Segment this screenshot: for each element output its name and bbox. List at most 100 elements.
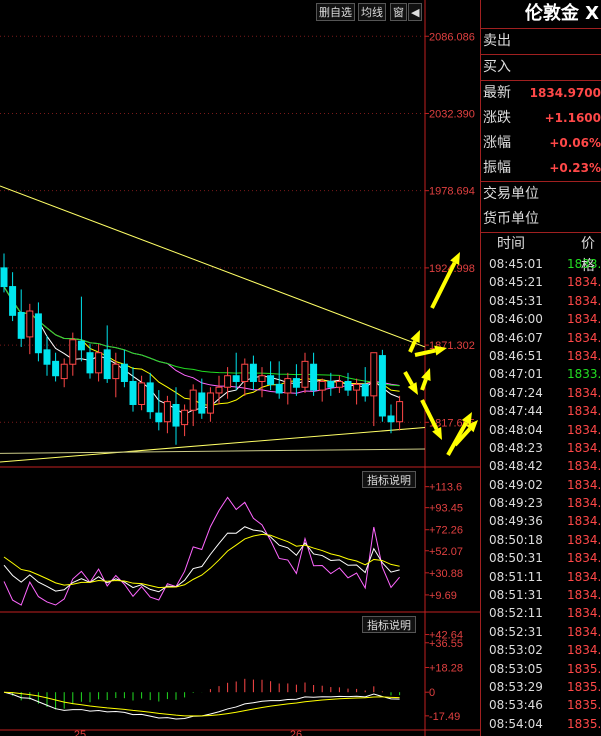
candle-body [9, 286, 17, 316]
candle-body [275, 383, 283, 394]
tick-row: 08:46:07 1834. [481, 329, 601, 347]
candle-body [155, 412, 163, 423]
tick-time: 08:47:44 [489, 404, 543, 419]
tick-price: 1834. [567, 606, 601, 621]
tick-time: 08:53:05 [489, 661, 543, 676]
kdj-indicator-help-button[interactable]: 指标说明 [362, 471, 416, 488]
tick-price: 1834. [567, 532, 601, 547]
tick-row: 08:47:24 1834. [481, 384, 601, 402]
candle-body [34, 313, 42, 354]
kdj-tick-label: +113.6 [429, 482, 462, 494]
quote-value: +1.1600 [544, 111, 601, 125]
candle-body [163, 401, 171, 423]
collapse-arrow-icon[interactable]: ◀ [408, 3, 423, 21]
tick-price: 1835. [567, 698, 601, 713]
candle-body [396, 401, 404, 423]
candle-body [327, 380, 335, 388]
quote-label: 卖出 [483, 33, 511, 49]
kdj-tick-label: +9.69 [429, 590, 457, 602]
tick-time: 08:49:02 [489, 477, 543, 492]
quote-row-latest: 最新 1834.9700 [481, 81, 601, 106]
macd-indicator-help-button[interactable]: 指标说明 [362, 616, 416, 633]
tick-row: 08:53:29 1835. [481, 678, 601, 696]
candle-body [69, 339, 77, 365]
trendline-base [0, 448, 426, 454]
tick-row: 08:48:42 1834. [481, 457, 601, 475]
tick-row: 08:45:21 1834. [481, 273, 601, 291]
quote-label: 涨幅 [483, 135, 511, 151]
candle-body [310, 363, 318, 391]
macd-dif-line [3, 691, 400, 720]
tick-row: 08:53:05 1835. [481, 660, 601, 678]
price-tick-label: 2032.390 [429, 108, 475, 120]
tick-row: 08:48:04 1834. [481, 421, 601, 439]
quote-label: 涨跌 [483, 110, 511, 126]
window-button[interactable]: 窗 [390, 3, 407, 21]
kdj-d-line [3, 533, 400, 589]
kdj-j-line [3, 496, 400, 606]
annotation-arrow [420, 368, 431, 391]
tick-row: 08:46:51 1834. [481, 347, 601, 365]
quote-label: 振幅 [483, 160, 511, 176]
tick-row: 08:53:46 1835. [481, 696, 601, 714]
candle-body [60, 363, 68, 380]
quote-row-sell: 卖出 [481, 29, 601, 55]
quote-value: 1834.9700 [529, 86, 601, 100]
tick-row: 08:47:01 1833. [481, 365, 601, 383]
tick-list[interactable]: 08:45:01 1833.8 08:45:21 1834. 08:45:31 1834.… [481, 255, 601, 736]
tick-price: 1835. [567, 661, 601, 676]
tick-time: 08:48:04 [489, 422, 543, 437]
tick-time: 08:50:31 [489, 551, 543, 566]
candle-body [335, 380, 343, 388]
quote-row-change-pct: 涨幅 +0.06% [481, 131, 601, 156]
tick-price: 1834. [567, 293, 601, 308]
candle-body [370, 352, 378, 397]
tick-price: 1834. [567, 551, 601, 566]
tick-price: 1835. [567, 679, 601, 694]
macd-tick-label: -17.49 [429, 711, 460, 723]
tick-price: 1834. [567, 440, 601, 455]
candle-body [318, 380, 326, 391]
kdj-k-line [3, 526, 400, 593]
x-tick-label: 26 [290, 729, 302, 736]
moving-average-button[interactable]: 均线 [358, 3, 386, 21]
tick-row: 08:45:01 1833.8 [481, 255, 601, 273]
candle-body [146, 382, 154, 413]
tick-row: 08:52:31 1834. [481, 623, 601, 641]
tick-row: 08:46:00 1834. [481, 310, 601, 328]
tick-time: 08:53:02 [489, 643, 543, 658]
candle-body [387, 415, 395, 423]
tick-price: 1834. [567, 275, 601, 290]
tick-price: 1834. [567, 385, 601, 400]
tick-row: 08:51:11 1834. [481, 568, 601, 586]
price-tick-label: 1978.694 [429, 186, 475, 198]
tick-time: 08:54:04 [489, 716, 543, 731]
tick-price: 1834. [567, 312, 601, 327]
candle-body [189, 389, 197, 411]
tick-time: 08:46:51 [489, 348, 543, 363]
tick-header-time: 时间 [497, 236, 525, 252]
candle-body [172, 403, 180, 427]
kdj-tick-label: +72.26 [429, 525, 463, 537]
tick-time: 08:53:46 [489, 698, 543, 713]
quote-panel: 伦敦金 X 卖出 买入 最新 1834.9700 涨跌 +1.1600 涨幅 +0.0… [480, 0, 601, 736]
tick-row: 08:51:31 1834. [481, 586, 601, 604]
tick-time: 08:49:23 [489, 496, 543, 511]
tick-price: 1833. [567, 367, 601, 382]
tick-row: 08:49:36 1834. [481, 512, 601, 530]
macd-tick-label: 0 [429, 687, 435, 699]
annotation-arrow [403, 371, 418, 395]
candle-body [138, 382, 146, 405]
candle-body [292, 378, 300, 388]
tick-row: 08:50:31 1834. [481, 549, 601, 567]
candle-body [181, 409, 189, 426]
tick-row: 08:52:11 1834. [481, 604, 601, 622]
candle-body [344, 380, 352, 391]
tick-time: 08:51:11 [489, 569, 543, 584]
tick-row: 08:49:02 1834. [481, 476, 601, 494]
candle-body [17, 311, 25, 339]
tick-time: 08:45:21 [489, 275, 543, 290]
macd-tick-label: +36.55 [429, 638, 463, 650]
delete-favorite-button[interactable]: 删自选 [316, 3, 355, 21]
tick-time: 08:53:29 [489, 679, 543, 694]
